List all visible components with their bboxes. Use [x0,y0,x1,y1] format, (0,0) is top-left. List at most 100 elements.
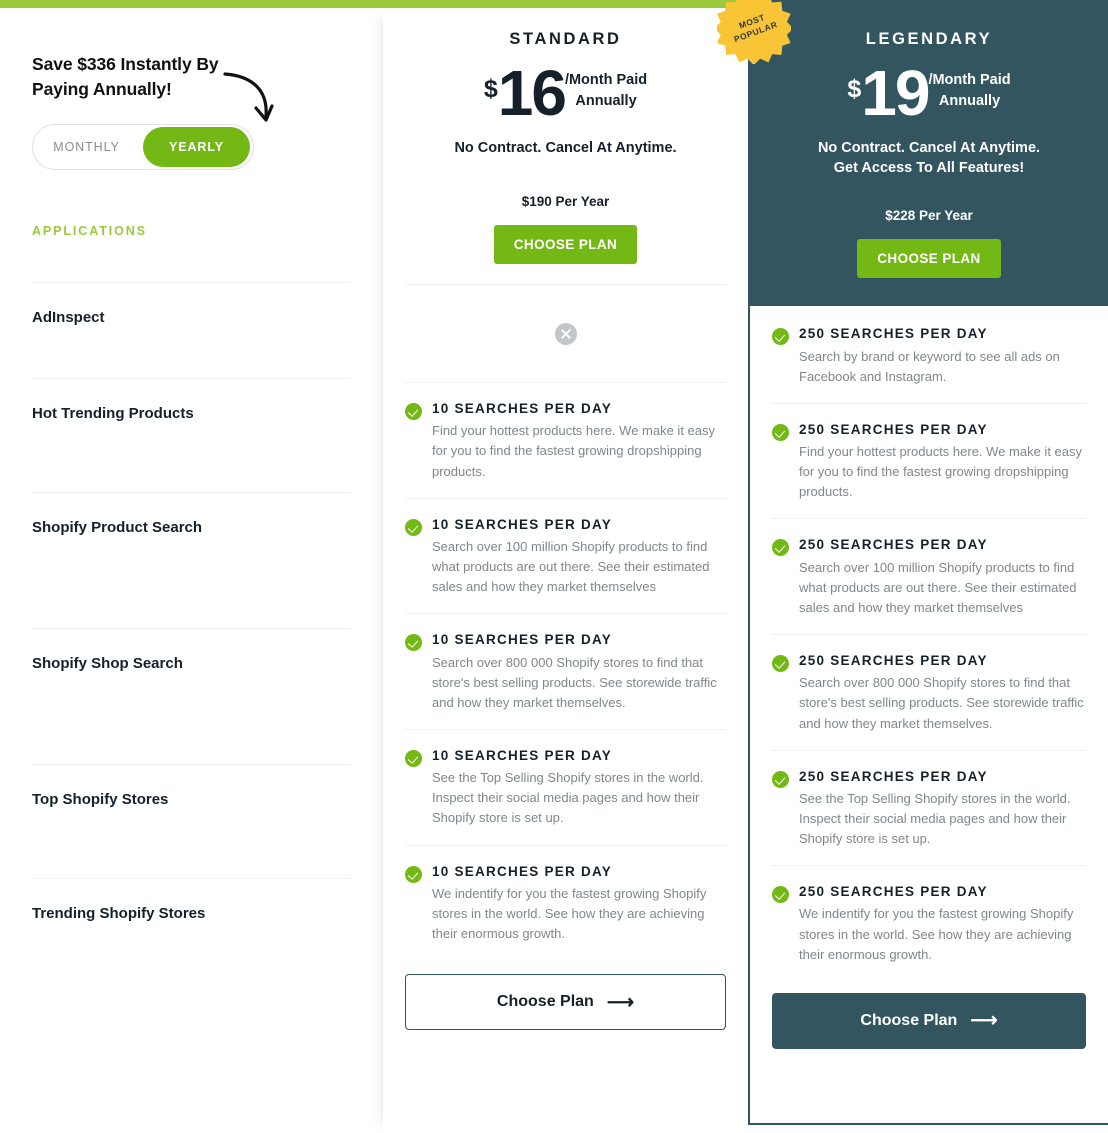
no-contract-line1: No Contract. Cancel At Anytime. [817,139,1041,156]
feature-title: 250 SEARCHES PER DAY [799,768,988,784]
price-period: /Month Paid Annually [928,70,1010,111]
price-period-line2: Annually [938,92,1001,109]
feature-title: 250 SEARCHES PER DAY [799,884,988,900]
legendary-cta-wrapper: Choose Plan ⟶ [750,981,1108,1049]
list-item: AdInspect [32,281,351,378]
application-list: AdInspect Hot Trending Products Shopify … [32,281,351,992]
feature-description: See the Top Selling Shopify stores in th… [432,770,704,826]
feature-row: 10 SEARCHES PER DAY We indentify for you… [405,844,726,961]
annual-price: $190 Per Year [521,194,610,210]
check-circle-icon [772,423,789,441]
choose-plan-button-standard[interactable]: Choose Plan ⟶ [405,974,726,1031]
price-row: $ 16 /Month Paid Annually [403,57,728,129]
check-circle-icon [405,403,422,421]
feature-description: We indentify for you the fastest growing… [799,906,1074,962]
feature-row: 10 SEARCHES PER DAY Search over 800 000 … [405,613,726,729]
feature-title: 10 SEARCHES PER DAY [432,747,613,763]
choose-plan-top-button-standard[interactable]: CHOOSE PLAN [493,225,638,265]
check-circle-icon [405,518,422,536]
list-item: Hot Trending Products [32,377,351,492]
feature-description: Search over 800 000 Shopify stores to fi… [799,675,1084,731]
feature-title: 250 SEARCHES PER DAY [799,421,988,437]
top-accent-bar-teal [748,0,1108,8]
price-period: /Month Paid Annually [565,70,647,111]
legendary-plan-header: MOST POPULAR LEGENDARY $ 19 /Month Paid … [714,0,1108,307]
plan-title: STANDARD [509,30,622,48]
check-circle-icon [772,886,789,904]
feature-description: Search over 800 000 Shopify stores to fi… [432,654,717,710]
feature-row: 250 SEARCHES PER DAY Search over 800 000… [772,634,1086,750]
check-circle-icon [405,865,422,883]
billing-period-toggle[interactable]: MONTHLY YEARLY [32,123,254,170]
no-contract-line1: No Contract. Cancel At Anytime. [454,139,677,156]
feature-row: 10 SEARCHES PER DAY Search over 100 mill… [405,497,726,614]
feature-row: 250 SEARCHES PER DAY Search over 100 mil… [772,518,1086,634]
standard-feature-list: 10 SEARCHES PER DAY Find your hottest pr… [383,284,748,960]
list-item: Shopify Shop Search [32,627,351,764]
arrow-right-icon: ⟶ [606,991,635,1013]
feature-description: Find your hottest products here. We make… [432,423,716,479]
toggle-option-monthly[interactable]: MONTHLY [33,125,140,169]
standard-cta-wrapper: Choose Plan ⟶ [383,960,748,1031]
check-circle-icon [405,749,422,767]
price-amount: 19 [861,57,930,129]
feature-row: 250 SEARCHES PER DAY We indentify for yo… [772,865,1086,981]
toggle-option-yearly[interactable]: YEARLY [143,126,250,167]
feature-title: 250 SEARCHES PER DAY [799,653,988,669]
no-contract-note: No Contract. Cancel At Anytime. [403,138,728,158]
price-period-line1: /Month Paid [564,72,648,88]
plan-title: LEGENDARY [865,30,993,48]
application-name: Trending Shopify Stores [32,904,206,922]
feature-description: Search by brand or keyword to see all ad… [799,348,1060,384]
check-circle-icon [772,328,789,346]
plan-card-legendary: MOST POPULAR LEGENDARY $ 19 /Month Paid … [714,0,1108,1125]
application-name: Shopify Shop Search [32,654,183,672]
feature-row: 250 SEARCHES PER DAY See the Top Selling… [772,749,1086,866]
feature-title: 10 SEARCHES PER DAY [432,401,613,417]
cross-circle-icon [554,322,577,345]
feature-description: Search over 100 million Shopify products… [799,559,1077,615]
check-circle-icon [772,539,789,557]
no-contract-line2: Get Access To All Features! [833,160,1025,177]
currency-symbol: $ [483,75,498,103]
choose-plan-button-legendary[interactable]: Choose Plan ⟶ [772,992,1086,1049]
list-item: Trending Shopify Stores [32,877,351,992]
legendary-feature-list: 250 SEARCHES PER DAY Search by brand or … [750,306,1108,981]
choose-plan-label: Choose Plan [860,1011,958,1029]
pricing-comparison-page: Save $336 Instantly By Paying Annually! … [0,0,1108,1133]
feature-description: We indentify for you the fastest growing… [432,885,707,941]
applications-section-label: APPLICATIONS [32,223,147,238]
feature-description: Search over 100 million Shopify products… [432,538,710,595]
list-item: Top Shopify Stores [32,763,351,878]
application-name: Top Shopify Stores [32,790,169,808]
check-circle-icon [405,634,422,652]
annual-savings-heading: Save $336 Instantly By Paying Annually! [32,54,219,99]
choose-plan-label: Choose Plan [496,993,594,1011]
check-circle-icon [772,655,789,673]
most-popular-badge: MOST POPULAR [714,0,794,66]
feature-row-unavailable [405,284,726,382]
feature-row: 250 SEARCHES PER DAY Find your hottest p… [772,402,1086,519]
feature-row: 250 SEARCHES PER DAY Search by brand or … [772,306,1086,402]
annual-price: $228 Per Year [885,208,973,224]
feature-description: Find your hottest products here. We make… [799,444,1083,500]
choose-plan-top-button-legendary[interactable]: CHOOSE PLAN [857,239,1001,279]
feature-title: 250 SEARCHES PER DAY [799,537,988,553]
price-amount: 16 [497,57,567,129]
application-name: AdInspect [32,308,105,326]
price-period-line2: Annually [575,92,637,109]
feature-row: 10 SEARCHES PER DAY See the Top Selling … [405,728,726,845]
feature-title: 250 SEARCHES PER DAY [799,326,988,342]
check-circle-icon [772,770,789,788]
top-accent-bar-green [0,0,748,8]
arrow-right-icon: ⟶ [970,1010,998,1032]
feature-title: 10 SEARCHES PER DAY [432,863,613,879]
price-period-line1: /Month Paid [928,72,1011,88]
feature-description: See the Top Selling Shopify stores in th… [799,790,1071,847]
standard-plan-header: STANDARD $ 16 /Month Paid Annually No Co… [383,8,748,265]
currency-symbol: $ [847,75,862,103]
plan-card-standard: STANDARD $ 16 /Month Paid Annually No Co… [383,8,748,1133]
application-name: Shopify Product Search [32,518,203,536]
feature-title: 10 SEARCHES PER DAY [432,516,613,532]
application-name: Hot Trending Products [32,404,194,422]
